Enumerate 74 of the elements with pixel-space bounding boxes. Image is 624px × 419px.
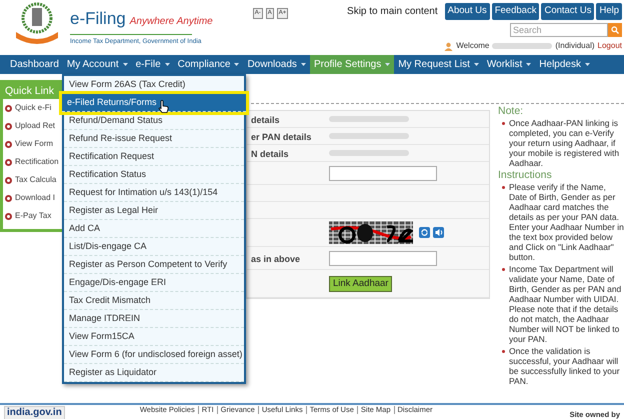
- user-icon: [444, 42, 454, 50]
- bullet-icon: [5, 176, 12, 184]
- menu-item[interactable]: Register as Liquidator: [64, 364, 244, 382]
- nav-menu[interactable]: Helpdesk: [535, 55, 594, 74]
- bullet-icon: [502, 268, 505, 271]
- menu-item[interactable]: Manage ITDREIN: [64, 310, 244, 328]
- menu-item[interactable]: Rectification Status: [64, 166, 244, 184]
- menu-item[interactable]: Refund/Demand Status: [64, 112, 244, 130]
- link-aadhaar-button[interactable]: Link Aadhaar: [329, 276, 392, 292]
- instructions-heading: Instructions: [498, 170, 553, 180]
- text-input[interactable]: [329, 166, 437, 180]
- field-label: N details: [251, 149, 289, 159]
- search-field[interactable]: Search: [510, 23, 608, 37]
- menu-item[interactable]: e-Filed Returns/Forms: [62, 94, 246, 112]
- bullet-icon: [5, 158, 12, 166]
- panel-title: Quick Link: [3, 83, 62, 99]
- quick-link[interactable]: Quick e-Fi: [15, 102, 52, 114]
- welcome-text: Welcome: [456, 40, 490, 52]
- text-input[interactable]: [329, 250, 437, 266]
- india-gov-logo[interactable]: india.gov.in: [4, 406, 65, 419]
- hand-cursor-icon: [158, 100, 169, 113]
- menu-item[interactable]: Engage/Dis-engage ERI: [64, 274, 244, 292]
- quick-link[interactable]: Upload Ret: [15, 120, 56, 132]
- bullet-icon: [5, 212, 12, 220]
- nav-menu[interactable]: Dashboard: [6, 55, 63, 74]
- menu-item[interactable]: Register as Person Competent to Verify: [64, 256, 244, 274]
- menu-item[interactable]: View Form 6 (for undisclosed foreign asset): [64, 346, 244, 364]
- nav-menu[interactable]: e-File: [132, 55, 174, 74]
- note-heading: Note:: [498, 106, 524, 116]
- menu-item[interactable]: Rectification Request: [64, 148, 244, 166]
- bullet-icon: [5, 194, 12, 202]
- note-text: Income Tax Department will validate your Name, Date of Birth, Gender as per PAN and Aadhaar Number with UIDAI. Please note that if the details do not match, the Aadhaar Number will NOT be linked to your PAN.: [509, 264, 622, 344]
- field-label: as in above: [251, 254, 300, 264]
- top-button[interactable]: Help: [596, 3, 622, 20]
- logout-link[interactable]: Logout: [598, 40, 622, 52]
- speaker-icon[interactable]: [433, 227, 444, 238]
- quick-link[interactable]: Rectification: [15, 156, 59, 168]
- menu-item[interactable]: Tax Credit Mismatch: [64, 292, 244, 310]
- menu-item[interactable]: List/Dis-engage CA: [64, 238, 244, 256]
- redacted-name: [492, 43, 552, 49]
- note-text: Once Aadhaar-PAN linking is completed, you can e-Verify your return using Aadhaar, if your mobile is registered with Aadhaar.: [509, 118, 620, 168]
- site-tagline: Anywhere Anytime: [130, 15, 213, 29]
- nav-menu[interactable]: Downloads: [243, 55, 310, 74]
- nav-menu[interactable]: My Account: [62, 55, 132, 74]
- bullet-icon: [502, 186, 505, 189]
- nav-menu[interactable]: Compliance: [174, 55, 244, 74]
- skip-link[interactable]: Skip to main content: [347, 4, 438, 19]
- bullet-icon: [5, 140, 12, 148]
- refresh-icon[interactable]: [419, 227, 430, 238]
- quick-link[interactable]: Tax Calcula: [15, 174, 56, 186]
- menu-item[interactable]: Refund Re-issue Request: [64, 130, 244, 148]
- field-label: details: [251, 115, 280, 125]
- bullet-icon: [502, 122, 505, 125]
- menu-item[interactable]: Register as Legal Heir: [64, 202, 244, 220]
- nav-menu[interactable]: Worklist: [482, 55, 536, 74]
- user-type-text: (Individual): [555, 40, 595, 52]
- menu-item[interactable]: Request for Intimation u/s 143(1)/154: [64, 184, 244, 202]
- quick-link[interactable]: E-Pay Tax: [15, 210, 52, 222]
- top-button[interactable]: About Us: [444, 3, 490, 20]
- menu-item[interactable]: Add CA: [64, 220, 244, 238]
- site-title: e-Filing: [70, 8, 126, 30]
- bullet-icon: [502, 350, 505, 353]
- nav-menu[interactable]: My Request List: [394, 55, 483, 74]
- bullet-icon: [5, 104, 12, 112]
- bullet-icon: [5, 122, 12, 130]
- menu-item[interactable]: View Form15CA: [64, 328, 244, 346]
- quick-link[interactable]: Download I: [15, 192, 56, 204]
- top-button[interactable]: Feedback: [492, 3, 540, 20]
- note-text: Please verify if the Name, Date of Birth, Gender as per Aadhaar card matches the details as per your PAN data. Enter your Aadhaar Number in the text box provided below and Click on "Link Aadhaar" button.: [509, 182, 624, 262]
- field-label: er PAN details: [251, 132, 312, 142]
- search-icon[interactable]: [608, 23, 622, 37]
- note-text: Once the validation is successful, your Aadhaar will be successfully linked to your PAN.: [509, 346, 621, 386]
- top-button[interactable]: Contact Us: [541, 3, 594, 20]
- quick-link[interactable]: View Form: [15, 138, 54, 150]
